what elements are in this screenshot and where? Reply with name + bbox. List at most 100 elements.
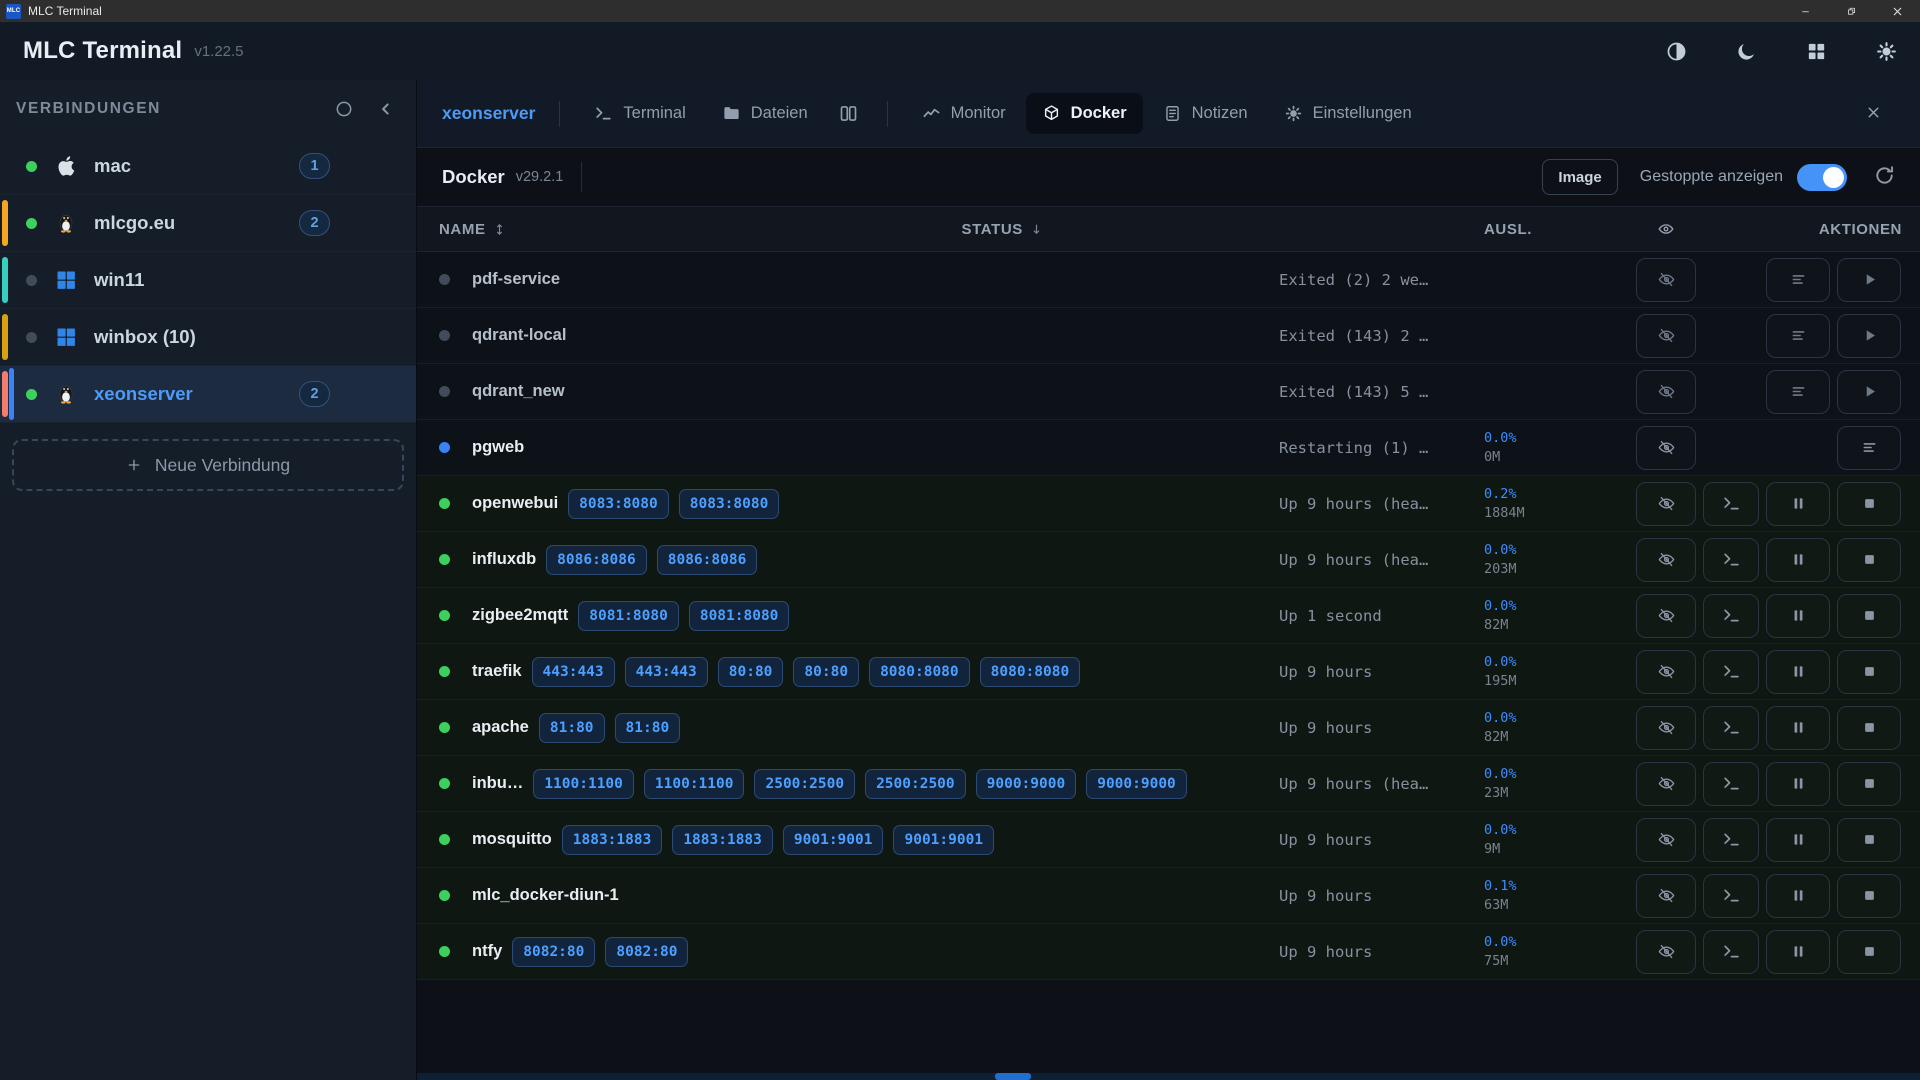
eye-off-button[interactable]: [1636, 874, 1696, 918]
port-mapping-badge[interactable]: 9000:9000: [976, 769, 1077, 799]
tab-docker[interactable]: Docker: [1026, 93, 1143, 134]
sidebar-item-xeonserver[interactable]: xeonserver2: [0, 366, 416, 423]
pause-button[interactable]: [1766, 594, 1830, 638]
pause-button[interactable]: [1766, 650, 1830, 694]
column-header-status[interactable]: STATUS: [962, 221, 1485, 238]
port-mapping-badge[interactable]: 2500:2500: [754, 769, 855, 799]
logs-button[interactable]: [1766, 314, 1830, 358]
port-mapping-badge[interactable]: 1883:1883: [562, 825, 663, 855]
terminal-button[interactable]: [1703, 930, 1759, 974]
pause-button[interactable]: [1766, 706, 1830, 750]
scrollbar-thumb[interactable]: [995, 1073, 1031, 1080]
eye-off-button[interactable]: [1636, 818, 1696, 862]
eye-off-button[interactable]: [1636, 482, 1696, 526]
eye-off-button[interactable]: [1636, 594, 1696, 638]
eye-off-button[interactable]: [1636, 706, 1696, 750]
port-mapping-badge[interactable]: 1100:1100: [644, 769, 745, 799]
contrast-icon[interactable]: [1665, 40, 1688, 63]
column-header-usage[interactable]: AUSL.: [1484, 221, 1636, 238]
logs-button[interactable]: [1766, 370, 1830, 414]
terminal-button[interactable]: [1703, 482, 1759, 526]
pause-button[interactable]: [1766, 818, 1830, 862]
stop-button[interactable]: [1837, 650, 1901, 694]
minimize-window-button[interactable]: [1782, 0, 1828, 22]
horizontal-scrollbar[interactable]: [417, 1073, 1920, 1080]
port-mapping-badge[interactable]: 8083:8080: [568, 489, 669, 519]
stop-button[interactable]: [1837, 538, 1901, 582]
tab-notizen[interactable]: Notizen: [1147, 93, 1264, 134]
terminal-button[interactable]: [1703, 762, 1759, 806]
stop-button[interactable]: [1837, 762, 1901, 806]
terminal-button[interactable]: [1703, 650, 1759, 694]
port-mapping-badge[interactable]: 1100:1100: [533, 769, 634, 799]
tab-monitor[interactable]: Monitor: [906, 93, 1022, 134]
sidebar-item-mlcgo-eu[interactable]: mlcgo.eu2: [0, 195, 416, 252]
tab-dateien[interactable]: Dateien: [706, 93, 824, 134]
refresh-button[interactable]: [1873, 164, 1896, 190]
port-mapping-badge[interactable]: 8080:8080: [980, 657, 1081, 687]
port-mapping-badge[interactable]: 8082:80: [605, 937, 688, 967]
logs-button[interactable]: [1766, 258, 1830, 302]
port-mapping-badge[interactable]: 8083:8080: [679, 489, 780, 519]
pause-button[interactable]: [1766, 930, 1830, 974]
play-button[interactable]: [1837, 370, 1901, 414]
port-mapping-badge[interactable]: 80:80: [793, 657, 859, 687]
sidebar-item-win11[interactable]: win11: [0, 252, 416, 309]
image-button[interactable]: Image: [1542, 159, 1617, 195]
port-mapping-badge[interactable]: 81:80: [615, 713, 681, 743]
eye-off-button[interactable]: [1636, 538, 1696, 582]
pause-button[interactable]: [1766, 482, 1830, 526]
eye-off-button[interactable]: [1636, 314, 1696, 358]
column-header-name[interactable]: NAME: [439, 221, 962, 238]
port-mapping-badge[interactable]: 80:80: [718, 657, 784, 687]
port-mapping-badge[interactable]: 2500:2500: [865, 769, 966, 799]
eye-icon[interactable]: [1657, 220, 1675, 238]
connection-scan-icon[interactable]: [334, 99, 354, 119]
play-button[interactable]: [1837, 258, 1901, 302]
eye-off-button[interactable]: [1636, 762, 1696, 806]
port-mapping-badge[interactable]: 81:80: [539, 713, 605, 743]
stop-button[interactable]: [1837, 594, 1901, 638]
port-mapping-badge[interactable]: 1883:1883: [672, 825, 773, 855]
pause-button[interactable]: [1766, 874, 1830, 918]
stop-button[interactable]: [1837, 706, 1901, 750]
stop-button[interactable]: [1837, 874, 1901, 918]
active-connection-label[interactable]: xeonserver: [442, 103, 535, 124]
eye-off-button[interactable]: [1636, 370, 1696, 414]
show-stopped-toggle[interactable]: [1797, 164, 1847, 191]
moon-icon[interactable]: [1735, 40, 1758, 63]
port-mapping-badge[interactable]: 9001:9001: [893, 825, 994, 855]
stop-button[interactable]: [1837, 818, 1901, 862]
terminal-button[interactable]: [1703, 874, 1759, 918]
terminal-button[interactable]: [1703, 818, 1759, 862]
port-mapping-badge[interactable]: 8086:8086: [657, 545, 758, 575]
sidebar-item-mac[interactable]: mac1: [0, 138, 416, 195]
play-button[interactable]: [1837, 314, 1901, 358]
split-view-button[interactable]: [828, 92, 869, 135]
port-mapping-badge[interactable]: 9000:9000: [1086, 769, 1187, 799]
port-mapping-badge[interactable]: 8086:8086: [546, 545, 647, 575]
stop-button[interactable]: [1837, 482, 1901, 526]
logs-button[interactable]: [1837, 426, 1901, 470]
terminal-button[interactable]: [1703, 538, 1759, 582]
new-connection-button[interactable]: Neue Verbindung: [12, 439, 404, 491]
close-connection-button[interactable]: [1865, 104, 1882, 124]
eye-off-button[interactable]: [1636, 426, 1696, 470]
port-mapping-badge[interactable]: 8081:8080: [689, 601, 790, 631]
eye-off-button[interactable]: [1636, 930, 1696, 974]
port-mapping-badge[interactable]: 8080:8080: [869, 657, 970, 687]
stop-button[interactable]: [1837, 930, 1901, 974]
port-mapping-badge[interactable]: 443:443: [532, 657, 615, 687]
sidebar-item-winbox-10-[interactable]: winbox (10): [0, 309, 416, 366]
restore-window-button[interactable]: [1828, 0, 1874, 22]
port-mapping-badge[interactable]: 9001:9001: [783, 825, 884, 855]
tab-terminal[interactable]: Terminal: [578, 93, 701, 134]
terminal-button[interactable]: [1703, 706, 1759, 750]
tab-einstellungen[interactable]: Einstellungen: [1268, 93, 1428, 134]
pause-button[interactable]: [1766, 538, 1830, 582]
eye-off-button[interactable]: [1636, 258, 1696, 302]
eye-off-button[interactable]: [1636, 650, 1696, 694]
collapse-sidebar-icon[interactable]: [376, 99, 396, 119]
terminal-button[interactable]: [1703, 594, 1759, 638]
close-window-button[interactable]: [1874, 0, 1920, 22]
